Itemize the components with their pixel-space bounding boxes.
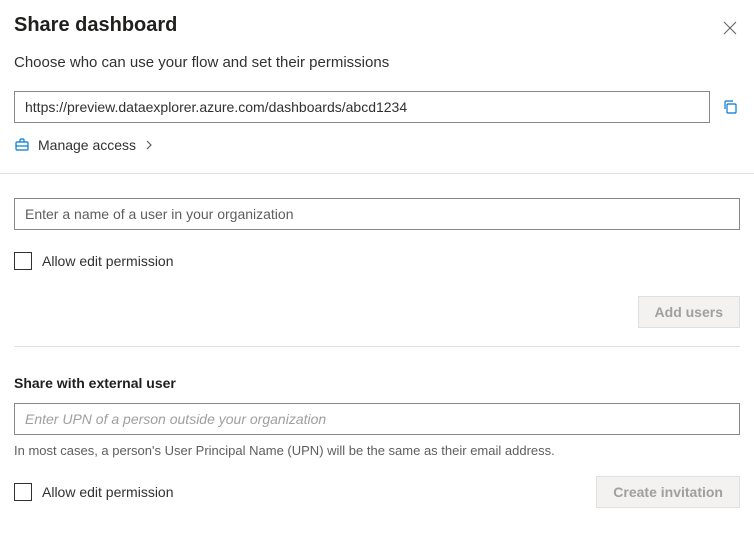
close-button[interactable] — [720, 18, 740, 38]
manage-access-label: Manage access — [38, 137, 136, 153]
share-url-input[interactable] — [14, 91, 710, 123]
copy-url-button[interactable] — [720, 97, 740, 117]
share-dashboard-dialog: Share dashboard Choose who can use your … — [0, 0, 754, 538]
external-allow-edit-label: Allow edit permission — [42, 484, 174, 500]
add-users-button[interactable]: Add users — [638, 296, 740, 328]
dialog-title: Share dashboard — [14, 14, 177, 37]
chevron-right-icon — [144, 140, 154, 150]
external-helper-text: In most cases, a person's User Principal… — [14, 443, 740, 458]
internal-allow-edit-checkbox[interactable] — [14, 252, 32, 270]
external-bottom-row: Allow edit permission Create invitation — [14, 476, 740, 508]
dialog-subtitle: Choose who can use your flow and set the… — [14, 54, 740, 71]
external-share-section: Share with external user In most cases, … — [14, 347, 740, 508]
internal-allow-edit-row: Allow edit permission — [14, 252, 740, 270]
external-heading: Share with external user — [14, 375, 740, 391]
internal-allow-edit-label: Allow edit permission — [42, 253, 174, 269]
close-icon — [723, 21, 737, 35]
url-row — [14, 91, 740, 123]
create-invitation-button[interactable]: Create invitation — [596, 476, 740, 508]
briefcase-icon — [14, 137, 30, 153]
external-upn-input[interactable] — [14, 403, 740, 435]
dialog-header: Share dashboard — [14, 14, 740, 38]
external-allow-edit-row: Allow edit permission — [14, 483, 174, 501]
internal-button-row: Add users — [14, 296, 740, 328]
external-allow-edit-checkbox[interactable] — [14, 483, 32, 501]
internal-user-input[interactable] — [14, 198, 740, 230]
copy-icon — [722, 99, 738, 115]
internal-share-section: Allow edit permission Add users — [14, 174, 740, 328]
manage-access-link[interactable]: Manage access — [14, 137, 740, 153]
